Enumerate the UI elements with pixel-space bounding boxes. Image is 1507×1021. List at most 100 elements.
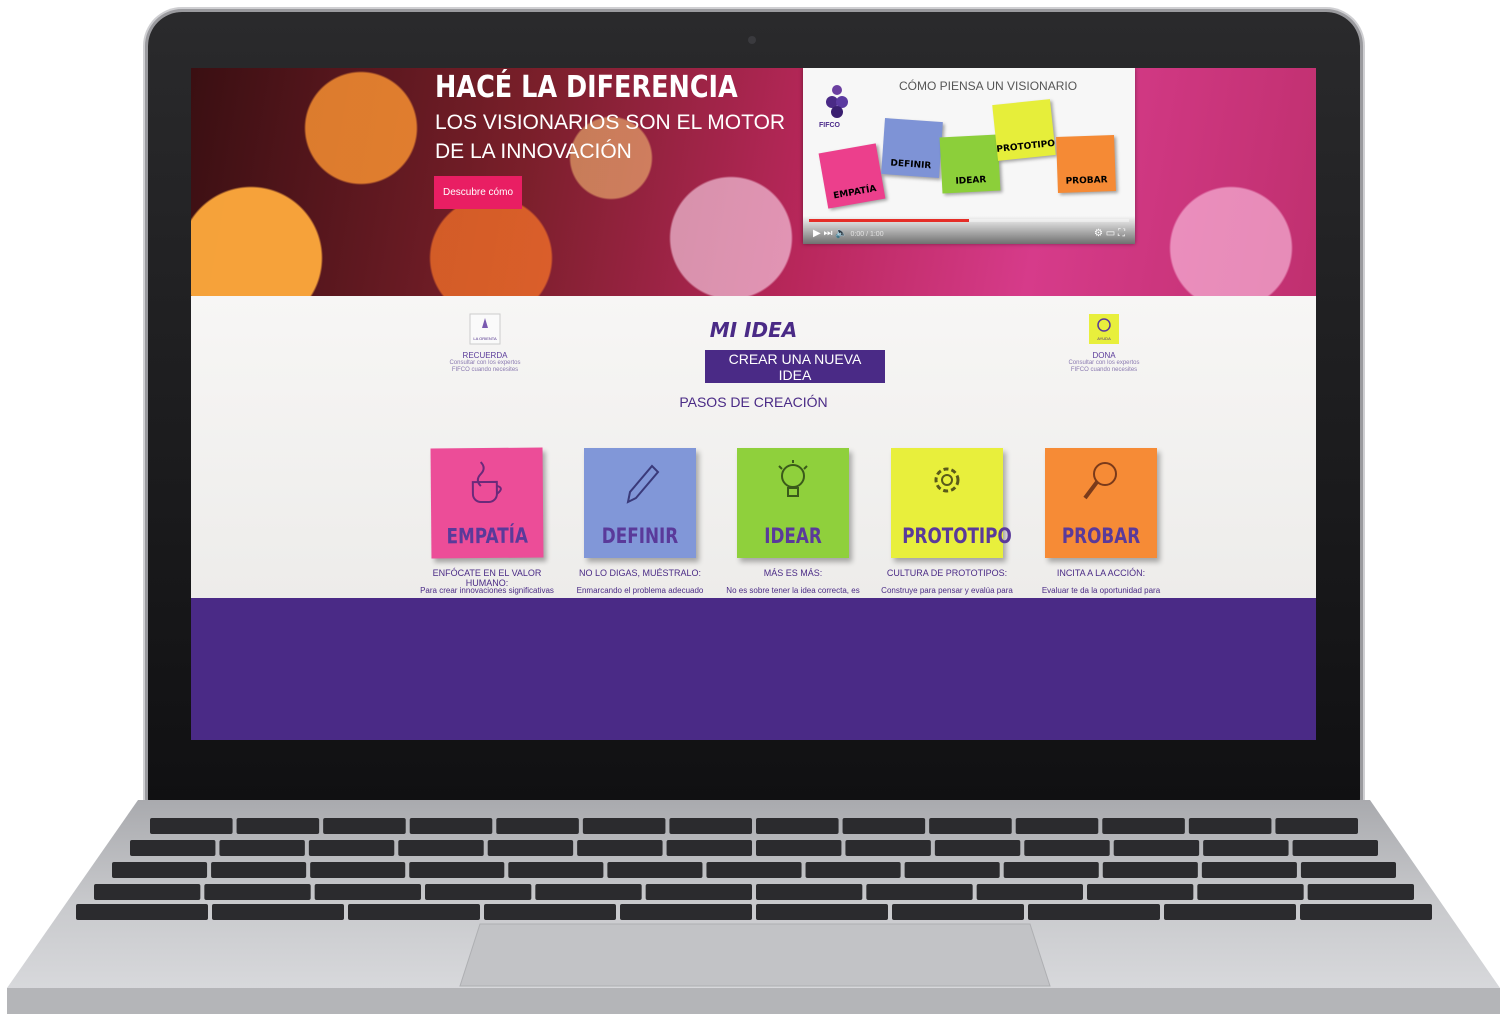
video-controls-right: ⚙ ▭ ⛶ (1094, 228, 1125, 239)
keyboard-key (1307, 884, 1414, 900)
video-time: 0:00 / 1:00 (850, 231, 884, 238)
recuerda-label: RECUERDA (462, 351, 508, 360)
keyboard-key (1102, 818, 1185, 834)
keyboard-key (842, 818, 926, 834)
keyboard-key (1028, 904, 1160, 920)
keyboard-key (310, 862, 406, 878)
keyboard-key (398, 840, 484, 856)
keyboard-key (535, 884, 642, 900)
keyboard-key (204, 884, 311, 900)
keyboard-key (666, 840, 752, 856)
pencil-icon (626, 464, 660, 504)
step-card-empatia[interactable]: EMPATÍA (430, 447, 544, 559)
settings-gear-icon[interactable]: ⚙ (1094, 228, 1103, 239)
keyboard-key (669, 818, 752, 834)
keyboard-key (314, 884, 421, 900)
video-note-idear: IDEAR (939, 134, 1001, 194)
keyboard-key (582, 818, 666, 834)
keyboard-key (756, 884, 863, 900)
hero-subtitle-line1: LOS VISIONARIOS SON EL MOTOR (435, 111, 786, 134)
svg-text:AYUDA: AYUDA (1097, 336, 1111, 341)
main-content: LA ORIENTA RECUERDA Consultar con los ex… (191, 296, 1316, 598)
video-title: CÓMO PIENSA UN VISIONARIO (899, 79, 1078, 93)
keyboard-key (607, 862, 703, 878)
step-title-definir: NO LO DIGAS, MUÉSTRALO: (578, 568, 702, 578)
keyboard-key (348, 904, 480, 920)
step-desc-probar: Evaluar te da la oportunidad para (1041, 586, 1161, 595)
step-title-empatia: ENFÓCATE EN EL VALOR HUMANO: (432, 568, 542, 588)
step-desc-definir: Enmarcando el problema adecuado (576, 586, 704, 595)
keyboard-key (425, 884, 532, 900)
sidebar-card-dona[interactable]: AYUDA DONA Consultar con los expertos FI… (1054, 312, 1154, 374)
keyboard-key (1087, 884, 1194, 900)
video-progress-fill (809, 219, 969, 222)
keyboard-key (1188, 818, 1272, 834)
step-card-definir[interactable]: DEFINIR (584, 448, 696, 558)
step-title-probar: INCITA A LA ACCIÓN: (1056, 568, 1146, 578)
coffee-cup-icon (471, 461, 502, 504)
step-card-idear[interactable]: IDEAR (737, 448, 849, 558)
magnifier-icon (1083, 462, 1117, 500)
keyboard-key (112, 862, 208, 878)
keyboard-key (1201, 862, 1297, 878)
keyboard-key (845, 840, 931, 856)
keyboard-key (409, 818, 493, 834)
step-desc-prototipo: Construye para pensar y evalúa para (881, 586, 1013, 595)
keyboard-key (1003, 862, 1099, 878)
keyboard-key (756, 840, 842, 856)
keyboard-key (1203, 840, 1289, 856)
keyboard-key (976, 884, 1083, 900)
keyboard-key (1102, 862, 1198, 878)
keyboard-key (645, 884, 752, 900)
video-controls-left: ▶ ⏭ 🔈 0:00 / 1:00 (813, 228, 884, 239)
keyboard-key (892, 904, 1024, 920)
keyboard-key (1275, 818, 1358, 834)
discover-button[interactable]: Descubre cómo (434, 176, 522, 209)
create-idea-button[interactable]: CREAR UNA NUEVA IDEA (705, 350, 885, 383)
fullscreen-icon[interactable]: ⛶ (1118, 228, 1125, 239)
keyboard-key (308, 840, 395, 856)
fifco-logo-icon (826, 85, 848, 118)
keyboard-key (508, 862, 604, 878)
keyboard-key (496, 818, 579, 834)
keyboard-key (577, 840, 663, 856)
video-progress-bar[interactable] (809, 219, 1129, 222)
keyboard-key (150, 818, 233, 834)
footer-band (191, 598, 1316, 740)
keyboard-key (219, 840, 305, 856)
hero-banner: HACÉ LA DIFERENCIA LOS VISIONARIOS SON E… (191, 68, 1316, 296)
keyboard-key (934, 840, 1021, 856)
keyboard-key (323, 818, 406, 834)
keyboard-key (1113, 840, 1200, 856)
keyboard-key (1197, 884, 1304, 900)
lightbulb-icon (778, 460, 808, 497)
hero-title: HACÉ LA DIFERENCIA (435, 70, 738, 105)
keyboard-key (1300, 904, 1432, 920)
theater-icon[interactable]: ▭ (1106, 228, 1115, 239)
volume-icon[interactable]: 🔈 (835, 228, 847, 239)
gear-icon (934, 467, 960, 493)
video-note-empatia: EMPATÍA (818, 143, 886, 209)
dona-desc-2: FIFCO cuando necesites (1070, 367, 1138, 373)
keyboard-key (620, 904, 752, 920)
keyboard-key (130, 840, 216, 856)
next-icon[interactable]: ⏭ (823, 228, 832, 239)
step-label-prototipo: PROTOTIPO (902, 524, 1012, 548)
step-title-idear: MÁS ES MÁS: (763, 568, 823, 578)
step-label-definir: DEFINIR (601, 524, 679, 548)
keyboard-key (756, 818, 839, 834)
keyboard-key (487, 840, 574, 856)
hero-subtitle: LOS VISIONARIOS SON EL MOTOR DE LA INNOV… (435, 108, 795, 166)
video-note-probar: PROBAR (1056, 135, 1116, 193)
dona-desc-1: Consultar con los expertos (1068, 360, 1140, 366)
keyboard-key (1300, 862, 1396, 878)
keyboard-key (94, 884, 201, 900)
play-icon[interactable]: ▶ (813, 228, 821, 239)
step-title-prototipo: CULTURA DE PROTOTIPOS: (886, 568, 1008, 578)
keyboard-key (212, 904, 344, 920)
video-player[interactable]: FIFCO CÓMO PIENSA UN VISIONARIO EMPATÍA … (803, 68, 1135, 244)
keyboard-key (484, 904, 616, 920)
video-logo-text: FIFCO (819, 122, 840, 129)
step-card-probar[interactable]: PROBAR (1045, 448, 1157, 558)
step-card-prototipo[interactable]: PROTOTIPO (891, 448, 1012, 558)
